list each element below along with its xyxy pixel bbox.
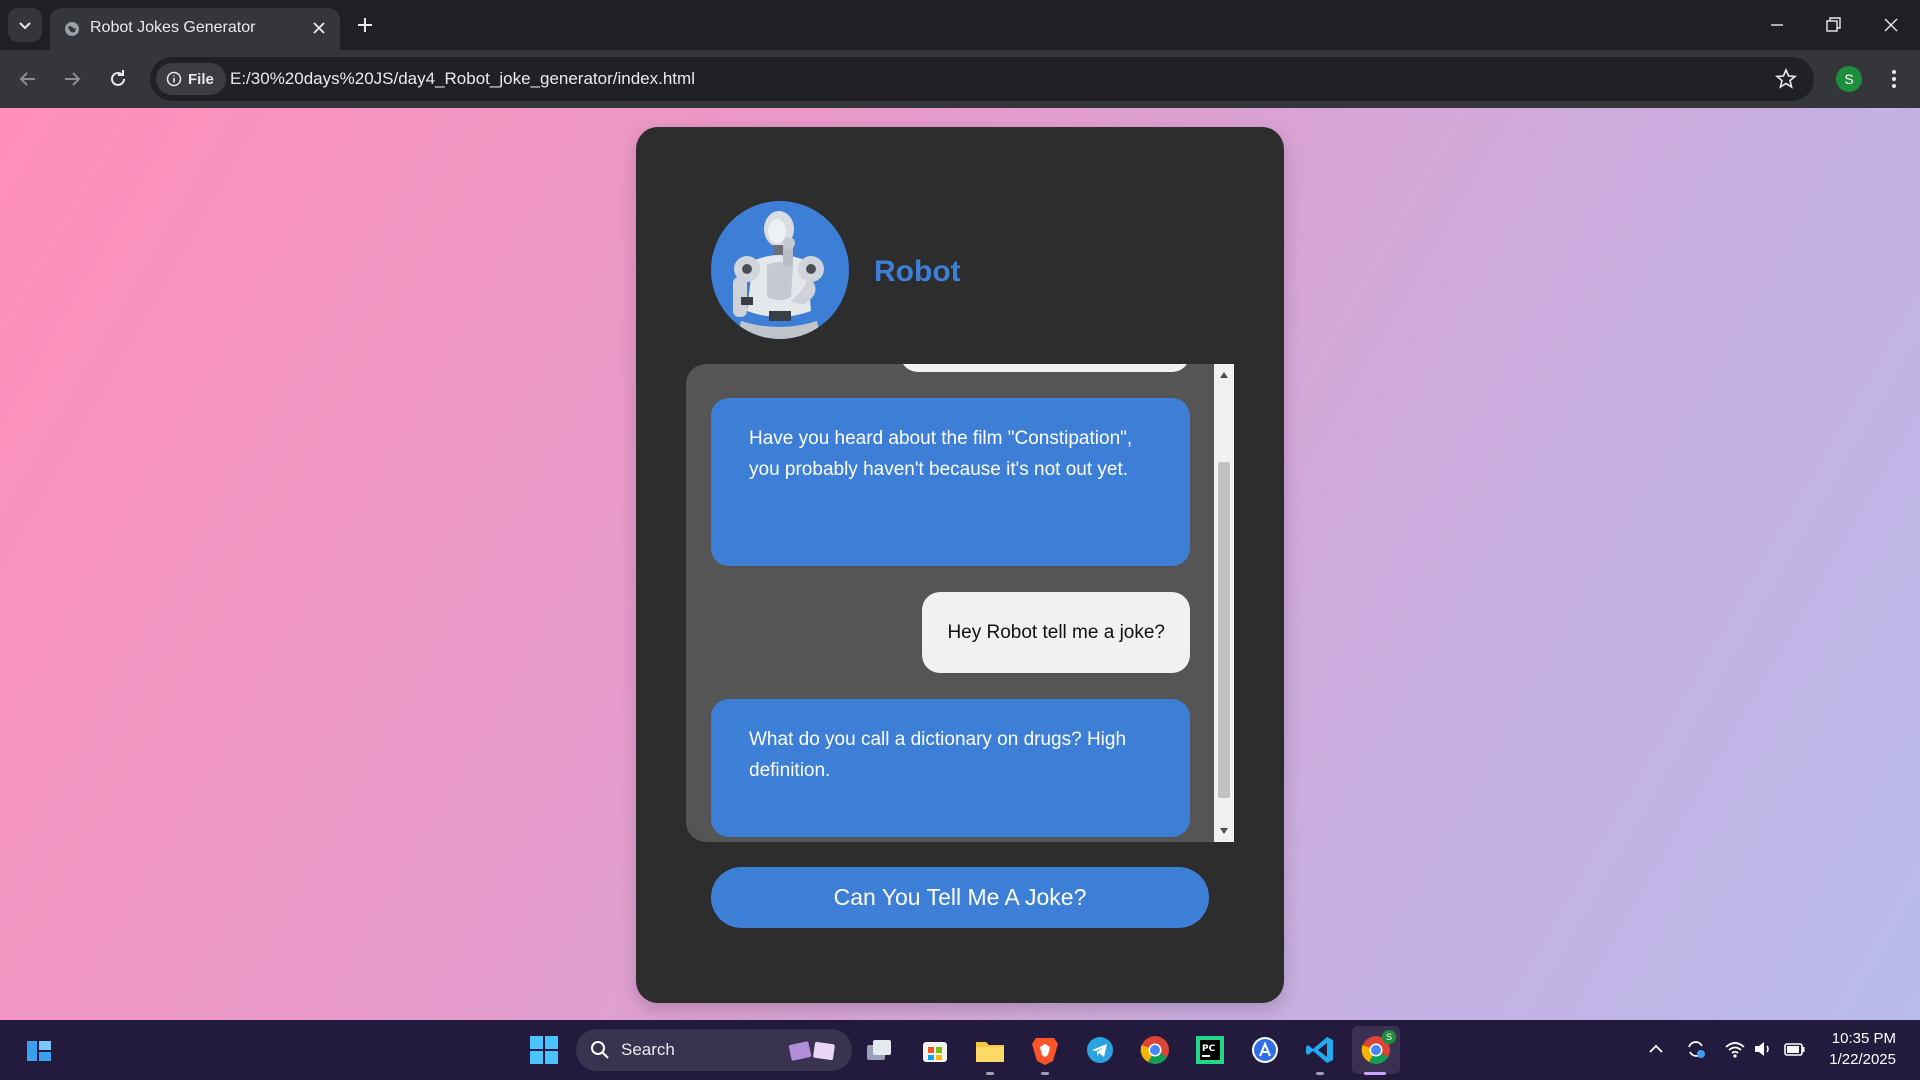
robot-image bbox=[733, 211, 824, 339]
back-arrow-icon[interactable] bbox=[16, 67, 40, 91]
site-info-chip[interactable]: File bbox=[156, 63, 226, 95]
close-window-icon[interactable] bbox=[1880, 14, 1902, 36]
clock-time[interactable]: 10:35 PM bbox=[1820, 1030, 1896, 1047]
chat-message-text: What do you call a dictionary on drugs? … bbox=[749, 729, 1127, 781]
globe-icon bbox=[65, 22, 79, 36]
robot-avatar bbox=[711, 201, 849, 339]
browser-toolbar: File E:/30%20days%20JS/day4_Robot_joke_g… bbox=[0, 50, 1920, 108]
more-menu-icon[interactable] bbox=[1882, 67, 1906, 91]
chevron-up-icon[interactable] bbox=[1645, 1038, 1667, 1060]
windows-start-icon[interactable] bbox=[526, 1032, 562, 1068]
running-indicator bbox=[1041, 1072, 1049, 1075]
robot-name: Robot bbox=[874, 255, 961, 288]
vscode-icon[interactable] bbox=[1302, 1032, 1338, 1068]
tab-search-button[interactable] bbox=[8, 8, 42, 42]
bookmark-star-icon[interactable] bbox=[1774, 67, 1798, 91]
chat-log[interactable]: Have you heard about the film "Constipat… bbox=[686, 364, 1234, 842]
browser-tab-strip: Robot Jokes Generator bbox=[0, 0, 1920, 50]
reload-icon[interactable] bbox=[106, 67, 130, 91]
joke-card: Robot Have you heard about the film "Con… bbox=[636, 127, 1284, 1003]
chat-message-user-partial bbox=[900, 364, 1190, 372]
clock-date[interactable]: 1/22/2025 bbox=[1812, 1051, 1896, 1068]
tell-joke-button[interactable]: Can You Tell Me A Joke? bbox=[711, 867, 1209, 928]
active-indicator bbox=[1364, 1072, 1386, 1075]
chrome-icon[interactable] bbox=[1137, 1032, 1173, 1068]
tab-title: Robot Jokes Generator bbox=[90, 19, 256, 36]
microsoft-store-icon[interactable] bbox=[917, 1032, 953, 1068]
pycharm-icon[interactable]: PC bbox=[1192, 1032, 1228, 1068]
running-indicator bbox=[1316, 1072, 1324, 1075]
close-tab-icon[interactable] bbox=[310, 19, 328, 37]
search-icon bbox=[591, 1041, 609, 1059]
forward-arrow-icon[interactable] bbox=[60, 67, 84, 91]
running-indicator bbox=[986, 1072, 994, 1075]
taskbar-search[interactable]: Search bbox=[576, 1029, 852, 1071]
profile-avatar[interactable]: S bbox=[1836, 66, 1862, 92]
browser-tab[interactable]: Robot Jokes Generator bbox=[50, 8, 340, 50]
web-page: Robot Have you heard about the film "Con… bbox=[0, 108, 1920, 1020]
app-store-icon[interactable] bbox=[1247, 1032, 1283, 1068]
svg-text:PC: PC bbox=[1202, 1044, 1216, 1054]
chevron-down-icon bbox=[19, 22, 31, 30]
chat-message-robot: What do you call a dictionary on drugs? … bbox=[711, 699, 1190, 837]
taskbar: Search PC S 10:35 PM 1/22/2025 bbox=[0, 1020, 1920, 1080]
search-label: Search bbox=[621, 1040, 675, 1059]
scrollbar-thumb[interactable] bbox=[1218, 462, 1230, 798]
chat-scrollbar[interactable] bbox=[1214, 364, 1234, 842]
telegram-icon[interactable] bbox=[1082, 1032, 1118, 1068]
volume-icon[interactable] bbox=[1752, 1038, 1774, 1060]
sync-icon[interactable] bbox=[1685, 1038, 1707, 1060]
chrome-profile-badge: S bbox=[1382, 1030, 1396, 1044]
chat-message-text: Have you heard about the film "Constipat… bbox=[749, 428, 1133, 480]
task-view-icon[interactable] bbox=[862, 1032, 898, 1068]
chat-message-robot: Have you heard about the film "Constipat… bbox=[711, 398, 1190, 566]
wifi-icon[interactable] bbox=[1724, 1038, 1746, 1060]
brave-browser-icon[interactable] bbox=[1027, 1032, 1063, 1068]
search-highlight-icon bbox=[788, 1041, 835, 1061]
file-explorer-icon[interactable] bbox=[972, 1032, 1008, 1068]
chat-message-user: Hey Robot tell me a joke? bbox=[922, 592, 1190, 673]
restore-icon[interactable] bbox=[1822, 14, 1844, 36]
scroll-up-arrow-icon[interactable] bbox=[1220, 372, 1228, 378]
url-text[interactable]: E:/30%20days%20JS/day4_Robot_joke_genera… bbox=[230, 69, 695, 89]
address-bar[interactable]: File E:/30%20days%20JS/day4_Robot_joke_g… bbox=[150, 57, 1814, 101]
minimize-icon[interactable] bbox=[1766, 14, 1788, 36]
chrome-profile-icon[interactable]: S bbox=[1352, 1026, 1400, 1074]
chat-message-text: Hey Robot tell me a joke? bbox=[947, 622, 1165, 643]
scroll-down-arrow-icon[interactable] bbox=[1220, 828, 1228, 834]
new-tab-icon[interactable] bbox=[353, 13, 377, 37]
battery-icon[interactable] bbox=[1784, 1038, 1806, 1060]
site-chip-label: File bbox=[188, 70, 214, 88]
widgets-icon[interactable] bbox=[22, 1032, 58, 1068]
info-icon bbox=[166, 71, 182, 87]
